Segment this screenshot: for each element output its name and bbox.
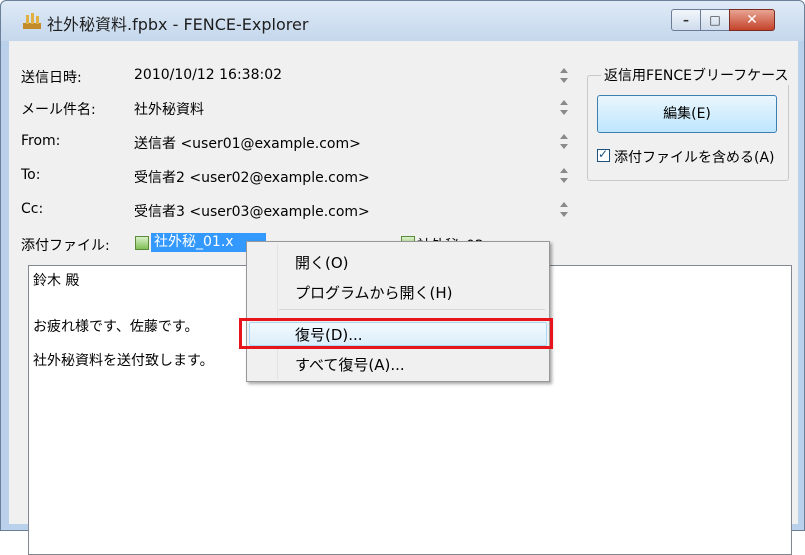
attachments-label: 添付ファイル:: [21, 238, 110, 254]
reply-group-title: 返信用FENCEブリーフケース: [601, 65, 792, 85]
date-value: 2010/10/12 16:38:02: [134, 67, 283, 83]
subject-spinner[interactable]: [557, 97, 571, 119]
body-line: 社外秘資料を送付致します。: [33, 353, 214, 369]
context-menu: 開く(O) プログラムから開く(H) 復号(D)... すべて復号(A)...: [246, 241, 550, 382]
spin-down-icon: [560, 212, 568, 217]
cc-label: Cc:: [21, 201, 44, 217]
menu-separator: [279, 309, 545, 310]
minimize-button[interactable]: –: [671, 9, 701, 31]
maximize-button[interactable]: □: [700, 9, 730, 31]
spin-up-icon: [560, 202, 568, 207]
maximize-icon: □: [709, 13, 721, 27]
from-label: From:: [21, 133, 61, 149]
close-icon: ✕: [746, 12, 758, 28]
menu-item-open[interactable]: 開く(O): [295, 252, 349, 273]
date-label: 送信日時:: [21, 70, 82, 86]
subject-value: 社外秘資料: [134, 102, 204, 118]
include-attachments-label[interactable]: 添付ファイルを含める(A): [614, 147, 775, 167]
spin-up-icon: [560, 100, 568, 105]
body-line: お疲れ様です、佐藤です。: [33, 319, 199, 335]
spin-down-icon: [560, 178, 568, 183]
to-label: To:: [21, 167, 41, 183]
window-title: 社外秘資料.fpbx - FENCE-Explorer: [47, 15, 309, 34]
spin-down-icon: [560, 78, 568, 83]
subject-label: メール件名:: [21, 102, 96, 118]
spin-up-icon: [560, 168, 568, 173]
to-spinner[interactable]: [557, 165, 571, 187]
to-value: 受信者2 <user02@example.com>: [134, 170, 370, 186]
fence-app-icon: [23, 13, 41, 29]
spin-down-icon: [560, 110, 568, 115]
spin-up-icon: [560, 134, 568, 139]
annotation-highlight-box: [239, 318, 553, 349]
checkmark-icon: ✓: [598, 147, 609, 161]
menu-gutter-divider: [277, 244, 278, 379]
date-spinner[interactable]: [557, 65, 571, 87]
from-spinner[interactable]: [557, 131, 571, 153]
cc-spinner[interactable]: [557, 199, 571, 221]
cc-value: 受信者3 <user03@example.com>: [134, 204, 370, 220]
spin-up-icon: [560, 68, 568, 73]
edit-button[interactable]: 編集(E): [597, 95, 777, 133]
include-attachments-checkbox[interactable]: ✓: [597, 147, 610, 162]
body-line: 鈴木 殿: [33, 273, 80, 289]
spin-down-icon: [560, 144, 568, 149]
menu-item-open-with[interactable]: プログラムから開く(H): [295, 282, 453, 303]
from-value: 送信者 <user01@example.com>: [134, 136, 361, 152]
excel-file-icon: [135, 236, 149, 250]
close-button[interactable]: ✕: [729, 9, 775, 31]
title-bar[interactable]: 社外秘資料.fpbx - FENCE-Explorer – □ ✕: [1, 1, 804, 41]
minimize-icon: –: [683, 13, 689, 27]
menu-item-decrypt-all[interactable]: すべて復号(A)...: [295, 354, 405, 375]
